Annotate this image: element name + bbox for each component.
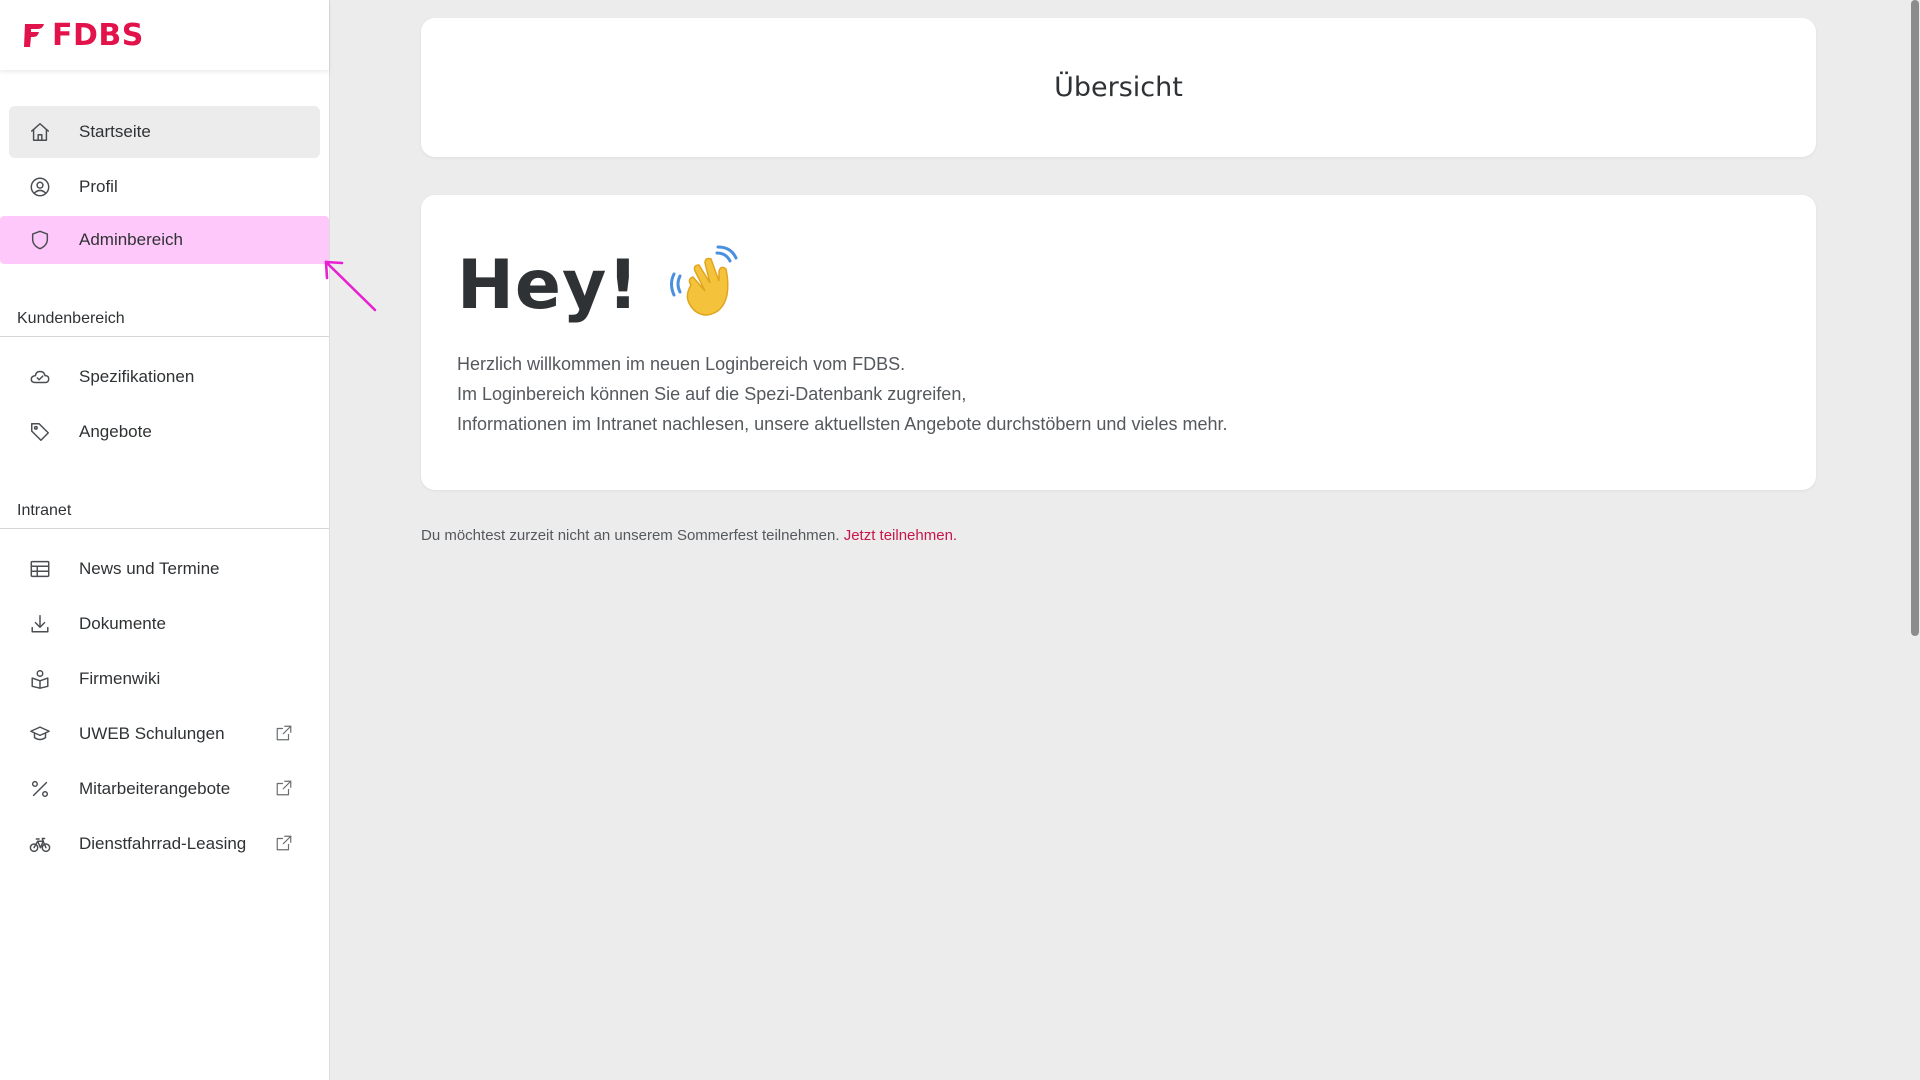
nav-item-uweb-schulungen[interactable]: UWEB Schulungen [9,708,320,760]
nav-item-dokumente[interactable]: Dokumente [9,598,320,650]
nav-label: News und Termine [79,559,220,578]
nav-label: Spezifikationen [79,367,195,386]
brand-logo[interactable]: FDBS [22,18,144,53]
shield-icon [29,229,51,251]
welcome-line: Informationen im Intranet nachlesen, uns… [457,414,1228,434]
sommerfest-note: Du möchtest zurzeit nicht an unserem Som… [421,527,957,544]
brand-name: FDBS [52,17,144,53]
greeting-heading: Hey! [457,245,640,325]
sommerfest-text: Du möchtest zurzeit nicht an unserem Som… [421,527,844,544]
section-intranet: Intranet News und Termine Dokumente Firm… [0,502,329,870]
scrollbar-track[interactable] [1910,0,1920,1080]
download-icon [29,613,51,635]
scrollbar-thumb[interactable] [1911,0,1919,636]
home-icon [29,121,51,143]
nav-item-news-und-termine[interactable]: News und Termine [9,543,320,595]
nav-label: Dokumente [79,614,166,633]
calendar-table-icon [29,558,51,580]
nav-label: Profil [79,177,118,196]
percent-icon [29,778,51,800]
nav-label: Mitarbeiterangebote [79,779,231,798]
book-user-icon [29,668,51,690]
page-header-card: Übersicht [421,18,1816,157]
user-circle-icon [29,176,51,198]
welcome-text: Herzlich willkommen im neuen Loginbereic… [457,349,1780,439]
nav-item-startseite[interactable]: Startseite [9,106,320,158]
tag-icon [29,421,51,443]
nav-label: Adminbereich [79,230,183,249]
section-kundenbereich: Kundenbereich Spezifikationen Angebote [0,310,329,458]
fdbs-logo-icon [24,24,44,47]
nav-item-mitarbeiterangebote[interactable]: Mitarbeiterangebote [9,763,320,815]
nav-item-dienstfahrrad-leasing[interactable]: Dienstfahrrad-Leasing [9,818,320,870]
nav-item-adminbereich[interactable]: Adminbereich [0,216,329,264]
nav-label: UWEB Schulungen [79,724,225,743]
nav-label: Firmenwiki [79,669,161,688]
welcome-line: Herzlich willkommen im neuen Loginbereic… [457,354,906,374]
external-link-icon[interactable] [275,779,293,797]
cloud-icon [29,366,51,388]
section-title: Intranet [0,502,329,529]
bicycle-icon [29,833,51,855]
logo-bar: FDBS [0,0,329,70]
main-nav: Startseite Profil Adminbereich [0,70,329,264]
nav-item-firmenwiki[interactable]: Firmenwiki [9,653,320,705]
nav-label: Angebote [79,422,152,441]
nav-label: Dienstfahrrad-Leasing [79,834,247,853]
waving-hand-icon [670,245,738,316]
welcome-line: Im Loginbereich können Sie auf die Spezi… [457,384,967,404]
graduation-cap-icon [29,723,51,745]
page-title: Übersicht [1054,72,1183,103]
sommerfest-join-link[interactable]: Jetzt teilnehmen. [844,527,957,544]
sidebar: FDBS Startseite Profil Adminbereich Kund… [0,0,330,1080]
nav-item-profil[interactable]: Profil [9,161,320,213]
external-link-icon[interactable] [275,724,293,742]
nav-item-angebote[interactable]: Angebote [9,406,320,458]
external-link-icon[interactable] [275,834,293,852]
section-title: Kundenbereich [0,310,329,337]
nav-item-spezifikationen[interactable]: Spezifikationen [9,351,320,403]
nav-label: Startseite [79,122,151,141]
annotation-arrow-icon [324,260,377,312]
greeting-row: Hey! [457,245,1780,325]
welcome-card: Hey! Herzlich willkommen im neuen Loginb… [421,195,1816,490]
